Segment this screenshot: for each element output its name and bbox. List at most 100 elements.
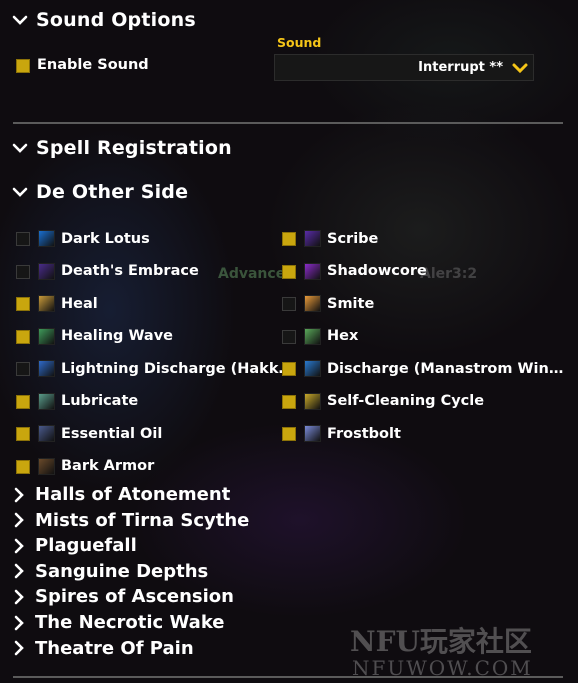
spell-checkbox[interactable] bbox=[16, 427, 30, 441]
spell-label: Frostbolt bbox=[327, 425, 401, 442]
dungeon-header[interactable]: Spires of Ascension bbox=[12, 586, 234, 607]
background-text-2: Aler3:2 bbox=[420, 266, 478, 282]
dungeon-title: The Necrotic Wake bbox=[35, 612, 225, 633]
deaths-embrace-icon bbox=[38, 262, 55, 280]
spell-registration-title: Spell Registration bbox=[36, 137, 232, 159]
spell-checkbox[interactable] bbox=[16, 264, 30, 279]
spell-checkbox[interactable] bbox=[282, 264, 296, 279]
spell-label: Dark Lotus bbox=[61, 230, 150, 247]
shadowcore-icon bbox=[304, 262, 321, 280]
spell-option[interactable]: Scribe bbox=[304, 230, 378, 247]
spell-label: Healing Wave bbox=[61, 328, 173, 344]
chevron-down-icon bbox=[512, 63, 528, 74]
essential-oil-icon bbox=[38, 425, 55, 442]
spell-option[interactable]: Discharge (Manastrom Win… bbox=[304, 360, 563, 377]
dungeon-title: Halls of Atonement bbox=[35, 484, 231, 505]
sound-dropdown-label: Sound bbox=[277, 35, 322, 50]
chevron-right-icon bbox=[14, 589, 24, 605]
spell-label: Discharge (Manastrom Win… bbox=[327, 360, 564, 377]
spell-option[interactable]: Lightning Discharge (Hakk… bbox=[38, 360, 293, 377]
spell-option[interactable]: Lubricate bbox=[38, 392, 139, 410]
spell-option[interactable]: Dark Lotus bbox=[38, 230, 150, 247]
dungeon-title: Mists of Tirna Scythe bbox=[35, 509, 250, 531]
dungeon-header[interactable]: Sanguine Depths bbox=[12, 561, 208, 582]
spell-checkbox[interactable] bbox=[16, 459, 30, 474]
spell-label: Heal bbox=[61, 295, 98, 312]
spell-option[interactable]: Bark Armor bbox=[38, 457, 155, 475]
chevron-right-icon bbox=[14, 538, 24, 553]
spell-registration-header[interactable]: Spell Registration bbox=[12, 137, 232, 159]
spell-option[interactable]: Death's Embrace bbox=[38, 262, 199, 280]
dungeon-header[interactable]: The Necrotic Wake bbox=[12, 612, 225, 633]
bark-armor-icon bbox=[38, 457, 55, 475]
spell-checkbox[interactable] bbox=[282, 427, 296, 441]
enable-sound-checkbox[interactable] bbox=[16, 59, 30, 73]
enable-sound-label: Enable Sound bbox=[37, 57, 149, 73]
spell-label: Self-Cleaning Cycle bbox=[327, 393, 485, 409]
chevron-right-icon bbox=[14, 640, 24, 656]
spell-label: Lubricate bbox=[61, 393, 139, 409]
spell-label: Essential Oil bbox=[61, 425, 163, 442]
self-cleaning-icon bbox=[304, 392, 321, 410]
sound-dropdown-value: Interrupt ** bbox=[418, 60, 503, 75]
spell-checkbox[interactable] bbox=[16, 394, 30, 409]
sound-dropdown[interactable]: Interrupt ** bbox=[274, 54, 534, 81]
spell-checkbox[interactable] bbox=[282, 297, 296, 311]
de-other-side-header[interactable]: De Other Side bbox=[12, 181, 188, 203]
lightning-icon bbox=[38, 360, 55, 377]
spell-checkbox[interactable] bbox=[282, 394, 296, 409]
hex-icon bbox=[304, 327, 321, 345]
chevron-down-icon bbox=[12, 15, 28, 25]
healing-wave-icon bbox=[38, 327, 55, 345]
section-divider bbox=[13, 122, 563, 124]
dungeon-header[interactable]: Halls of Atonement bbox=[12, 484, 230, 505]
de-other-side-title: De Other Side bbox=[36, 181, 189, 203]
spell-label: Scribe bbox=[327, 230, 379, 247]
dungeon-title: Plaguefall bbox=[35, 535, 137, 557]
spell-checkbox[interactable] bbox=[282, 362, 296, 376]
spell-option[interactable]: Essential Oil bbox=[38, 425, 162, 442]
spell-option[interactable]: Smite bbox=[304, 295, 374, 312]
spell-option[interactable]: Heal bbox=[38, 295, 98, 312]
smite-icon bbox=[304, 295, 321, 312]
chevron-down-icon bbox=[12, 143, 28, 153]
dark-lotus-icon bbox=[38, 230, 55, 247]
sound-options-title: Sound Options bbox=[36, 9, 196, 31]
spell-checkbox[interactable] bbox=[16, 232, 30, 246]
chevron-down-icon bbox=[12, 187, 28, 197]
dungeon-header[interactable]: Theatre Of Pain bbox=[12, 638, 194, 659]
dungeon-title: Theatre Of Pain bbox=[35, 637, 194, 659]
spell-checkbox[interactable] bbox=[16, 362, 30, 376]
dungeon-title: Sanguine Depths bbox=[35, 560, 209, 582]
frostbolt-icon bbox=[304, 425, 321, 442]
spell-label: Smite bbox=[327, 295, 375, 312]
spell-checkbox[interactable] bbox=[282, 329, 296, 344]
watermark-url: NFUWOW.COM bbox=[352, 656, 533, 680]
chevron-right-icon bbox=[14, 487, 24, 502]
heal-icon bbox=[38, 295, 55, 312]
dungeon-header[interactable]: Plaguefall bbox=[12, 535, 137, 556]
chevron-right-icon bbox=[14, 512, 24, 528]
spell-checkbox[interactable] bbox=[282, 232, 296, 246]
spell-option[interactable]: Frostbolt bbox=[304, 425, 401, 442]
spell-label: Death's Embrace bbox=[61, 263, 199, 279]
dungeon-header[interactable]: Mists of Tirna Scythe bbox=[12, 510, 249, 531]
sound-options-header[interactable]: Sound Options bbox=[12, 9, 196, 31]
spell-label: Lightning Discharge (Hakk… bbox=[61, 360, 293, 377]
spell-label: Shadowcore bbox=[327, 263, 427, 279]
lubricate-icon bbox=[38, 392, 55, 410]
chevron-right-icon bbox=[14, 563, 24, 579]
watermark-logo: NFU玩家社区 bbox=[350, 625, 532, 658]
spell-option[interactable]: Healing Wave bbox=[38, 327, 173, 345]
spell-checkbox[interactable] bbox=[16, 329, 30, 344]
spell-label: Bark Armor bbox=[61, 458, 155, 474]
spell-option[interactable]: Hex bbox=[304, 327, 359, 345]
discharge-icon bbox=[304, 360, 321, 377]
chevron-right-icon bbox=[14, 615, 24, 630]
spell-checkbox[interactable] bbox=[16, 297, 30, 311]
spell-label: Hex bbox=[327, 328, 359, 344]
dungeon-title: Spires of Ascension bbox=[35, 586, 234, 608]
spell-option[interactable]: Self-Cleaning Cycle bbox=[304, 392, 485, 410]
scribe-icon bbox=[304, 230, 321, 247]
spell-option[interactable]: Shadowcore bbox=[304, 262, 427, 280]
